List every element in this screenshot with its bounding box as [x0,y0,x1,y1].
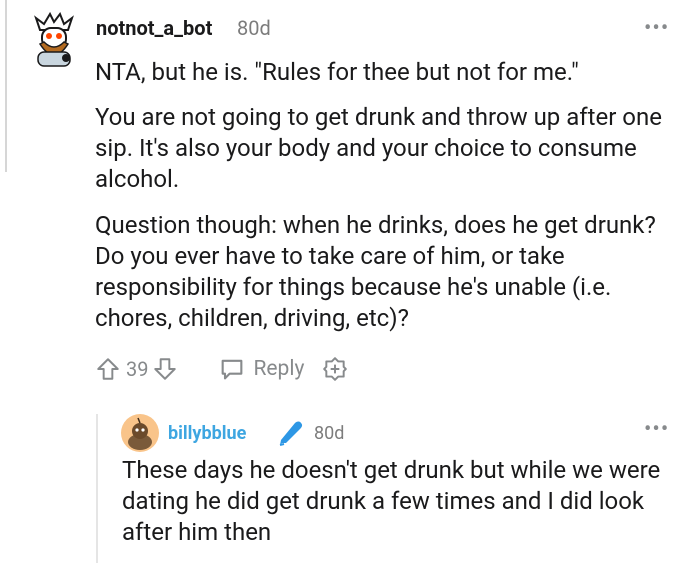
downvote-icon[interactable] [152,356,178,382]
username[interactable]: notnot_a_bot [96,16,212,40]
timestamp: 80d [237,16,271,40]
reply-avatar[interactable] [121,414,159,452]
reply-more-options-icon[interactable]: ••• [644,417,669,442]
reply-thread-line [96,414,98,563]
comment-paragraph-2: You are not going to get drunk and throw… [95,103,662,193]
more-options-icon[interactable]: ••• [644,16,669,41]
reply-timestamp: 80d [314,423,345,444]
reply-button[interactable]: Reply [218,355,304,383]
comment-paragraph-1: NTA, but he is. "Rules for thee but not … [95,58,579,86]
thread-line [5,0,7,172]
reply-icon [218,355,246,383]
reply-label: Reply [253,357,305,381]
pen-icon [279,421,303,446]
reply-body: These days he doesn't get drunk but whil… [122,456,661,546]
comment-action-bar: 39 Reply [95,352,348,386]
avatar[interactable] [24,8,84,68]
comment-paragraph-3: Question though: when he drinks, does he… [95,211,656,332]
reply-username[interactable]: billybblue [168,423,246,444]
vote-count: 39 [126,357,149,381]
award-icon[interactable] [322,356,348,382]
upvote-icon[interactable] [95,356,121,382]
